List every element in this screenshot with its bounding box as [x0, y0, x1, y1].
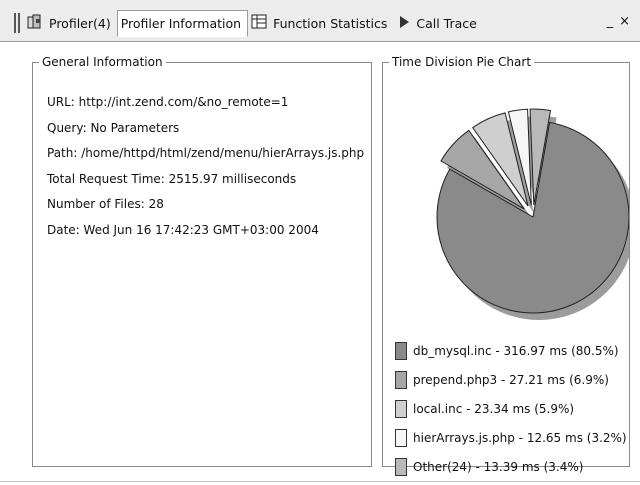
pie-chart-title: Time Division Pie Chart: [392, 55, 532, 69]
legend-item: local.inc - 23.34 ms (5.9%): [395, 394, 627, 423]
tab-label: Call Trace: [416, 15, 477, 31]
general-info-list: URL: http://int.zend.com/&no_remote=1 Qu…: [47, 95, 364, 248]
pie-chart: [436, 108, 629, 320]
info-total-request-time: Total Request Time: 2515.97 milliseconds: [47, 171, 297, 186]
bottom-divider: [0, 481, 640, 482]
legend-item: prepend.php3 - 27.21 ms (6.9%): [395, 365, 627, 394]
profiler-icon: [27, 14, 45, 33]
info-url: URL: http://int.zend.com/&no_remote=1: [47, 95, 289, 109]
drag-grip-icon[interactable]: [14, 13, 20, 33]
legend-item: Other(24) - 13.39 ms (3.4%): [395, 452, 627, 481]
table-icon: [251, 14, 269, 33]
close-icon[interactable]: ×: [619, 14, 636, 29]
legend-label: Other(24) - 13.39 ms (3.4%): [413, 459, 584, 474]
tab-strip: Profiler(4) Profiler Information Functio…: [14, 10, 483, 37]
tab-call-trace[interactable]: Call Trace: [393, 10, 482, 36]
legend-swatch: [395, 370, 407, 389]
general-information-title: General Information: [42, 55, 163, 69]
legend-label: prepend.php3 - 27.21 ms (6.9%): [413, 372, 609, 387]
pie-legend: db_mysql.inc - 316.97 ms (80.5%) prepend…: [395, 336, 627, 481]
info-number-of-files: Number of Files: 28: [47, 197, 164, 211]
tab-bar: Profiler(4) Profiler Information Functio…: [0, 0, 640, 42]
legend-swatch: [395, 457, 407, 476]
legend-swatch: [395, 341, 407, 360]
minimize-icon[interactable]: _: [607, 14, 620, 29]
profiler-information-content: General Information URL: http://int.zend…: [0, 43, 640, 485]
play-arrow-icon: [396, 14, 412, 33]
tab-label: Profiler Information: [120, 16, 242, 31]
info-date: Date: Wed Jun 16 17:42:23 GMT+03:00 2004: [47, 222, 319, 237]
tab-function-statistics[interactable]: Function Statistics: [248, 10, 393, 36]
info-query: Query: No Parameters: [47, 120, 180, 135]
legend-swatch: [395, 399, 407, 418]
legend-label: hierArrays.js.php - 12.65 ms (3.2%): [413, 430, 627, 445]
general-information-panel: General Information URL: http://int.zend…: [32, 55, 372, 467]
legend-swatch: [395, 428, 407, 447]
legend-item: hierArrays.js.php - 12.65 ms (3.2%): [395, 423, 627, 452]
legend-label: db_mysql.inc - 316.97 ms (80.5%): [413, 343, 619, 358]
window-controls: _×: [607, 14, 636, 29]
tab-profiler[interactable]: Profiler(4): [24, 10, 117, 36]
info-path: Path: /home/httpd/html/zend/menu/hierArr…: [47, 146, 365, 160]
legend-label: local.inc - 23.34 ms (5.9%): [413, 401, 575, 416]
tab-label: Profiler(4): [49, 15, 111, 31]
tab-profiler-information[interactable]: Profiler Information: [116, 10, 249, 37]
pie-chart-panel: Time Division Pie Chart db_mysql.inc - 3…: [382, 55, 630, 476]
tab-label: Function Statistics: [273, 15, 388, 31]
legend-item: db_mysql.inc - 316.97 ms (80.5%): [395, 336, 627, 365]
